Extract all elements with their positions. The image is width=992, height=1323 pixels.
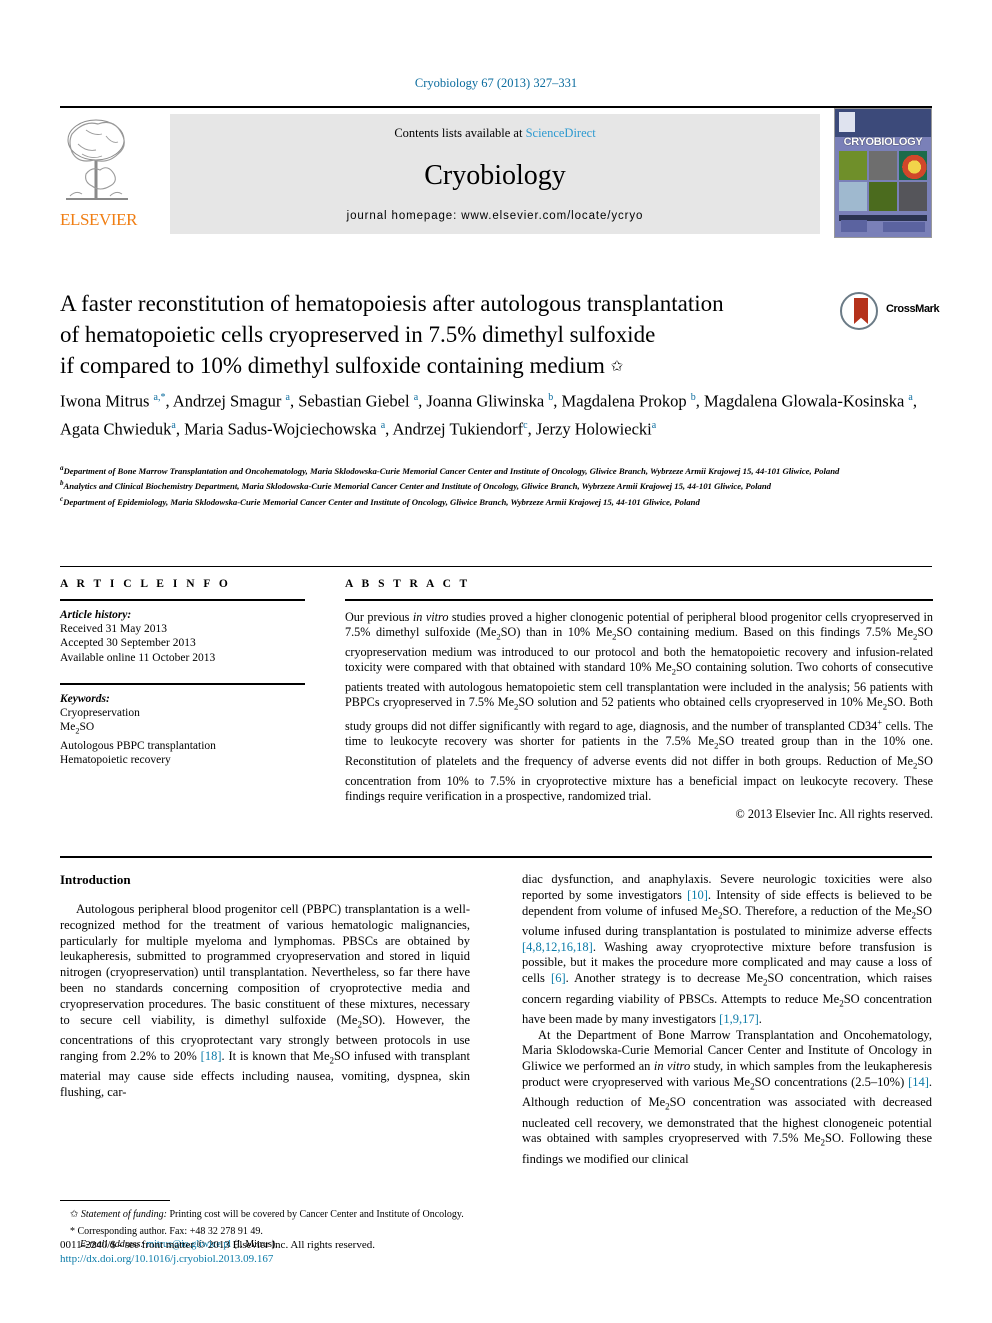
keyword-3: Autologous PBPC transplantation (60, 739, 216, 752)
abstract-column: A B S T R A C T Our previous in vitro st… (345, 578, 933, 822)
banner-grey-panel: Contents lists available at ScienceDirec… (170, 114, 820, 234)
contents-prefix: Contents lists available at (394, 126, 526, 140)
affiliation-a: aDepartment of Bone Marrow Transplantati… (60, 462, 935, 477)
footnote-funding-marker: ✩ (70, 1209, 79, 1220)
keyword-1: Cryopreservation (60, 706, 140, 719)
author-list: Iwona Mitrus a,*, Andrzej Smagur a, Seba… (60, 391, 917, 439)
crossmark-ribbon-icon (854, 298, 868, 324)
issn-line: 0011-2240/$ - see front matter © 2013 El… (60, 1239, 375, 1251)
affiliation-text-b: Analytics and Clinical Biochemistry Depa… (63, 481, 772, 492)
cover-elsevier-mark-icon (839, 112, 855, 132)
keywords-rule (60, 683, 305, 685)
journal-title: Cryobiology (424, 160, 566, 191)
title-funding-marker: ✩ (610, 359, 624, 375)
title-line-3-text: if compared to 10% dimethyl sulfoxide co… (60, 353, 605, 378)
title-line-3: if compared to 10% dimethyl sulfoxide co… (60, 350, 820, 383)
page-title: A faster reconstitution of hematopoiesis… (60, 288, 820, 383)
intro-heading: Introduction (60, 872, 131, 887)
footnote-corresponding: * Corresponding author. Fax: +48 32 278 … (60, 1225, 470, 1238)
keywords-label: Keywords: (60, 692, 110, 705)
abstract-heading: A B S T R A C T (345, 578, 471, 590)
history-accepted: Accepted 30 September 2013 (60, 637, 196, 650)
abstract-text: Our previous in vitro studies proved a h… (345, 609, 934, 803)
history-available: Available online 11 October 2013 (60, 651, 216, 664)
footnote-corresponding-marker: * (70, 1226, 75, 1237)
sciencedirect-link[interactable]: ScienceDirect (526, 126, 596, 140)
article-info-rule (60, 599, 305, 601)
body-left-column: Introduction Autologous peripheral blood… (60, 872, 470, 1101)
crossmark-label: CrossMark (886, 303, 940, 315)
elsevier-wordmark: ELSEVIER (60, 210, 138, 229)
footnote-corresponding-text: Corresponding author. Fax: +48 32 278 91… (77, 1226, 263, 1237)
affiliation-list: aDepartment of Bone Marrow Transplantati… (60, 462, 935, 508)
abstract-rule (345, 599, 933, 601)
crossmark-badge[interactable]: CrossMark (840, 292, 940, 336)
journal-homepage[interactable]: journal homepage: www.elsevier.com/locat… (170, 210, 820, 222)
title-line-1: A faster reconstitution of hematopoiesis… (60, 291, 724, 316)
info-section-top-rule (60, 566, 932, 567)
article-info-column: A R T I C L E I N F O Article history: R… (60, 578, 305, 768)
cover-image-grid (839, 151, 927, 213)
footnote-funding: ✩ Statement of funding: Printing cost wi… (60, 1208, 470, 1221)
right-paragraph-2: At the Department of Bone Marrow Transpl… (522, 1027, 933, 1166)
title-line-2: of hematopoietic cells cryopreserved in … (60, 322, 656, 347)
elsevier-tree-icon (66, 119, 128, 200)
cover-footer-right (883, 222, 925, 232)
body-top-rule (60, 856, 932, 858)
issn-block: 0011-2240/$ - see front matter © 2013 El… (60, 1238, 490, 1266)
affiliation-text-c: Department of Epidemiology, Maria Sklodo… (63, 496, 700, 507)
keyword-4: Hematopoietic recovery (60, 754, 171, 767)
affiliation-b: bAnalytics and Clinical Biochemistry Dep… (60, 477, 935, 492)
doi-link[interactable]: http://dx.doi.org/10.1016/j.cryobiol.201… (60, 1252, 490, 1266)
cover-journal-name: CRYOBIOLOGY (843, 136, 923, 148)
running-head: Cryobiology 67 (2013) 327–331 (414, 76, 578, 90)
body-right-column: diac dysfunction, and anaphylaxis. Sever… (522, 872, 932, 1168)
contents-available-line: Contents lists available at ScienceDirec… (170, 126, 820, 141)
article-history-label: Article history: (60, 608, 132, 621)
abstract-copyright: © 2013 Elsevier Inc. All rights reserved… (735, 807, 933, 822)
affiliation-c: cDepartment of Epidemiology, Maria Sklod… (60, 493, 935, 508)
journal-cover-thumbnail: CRYOBIOLOGY (834, 108, 932, 238)
right-paragraph-1: diac dysfunction, and anaphylaxis. Sever… (522, 872, 932, 1026)
intro-paragraph-1: Autologous peripheral blood progenitor c… (60, 902, 471, 1099)
footnote-separator (60, 1200, 170, 1201)
crossmark-circle-icon (840, 292, 878, 330)
cover-header-band (835, 109, 931, 137)
article-info-heading: A R T I C L E I N F O (60, 578, 231, 590)
footnote-funding-text: Statement of funding: Printing cost will… (80, 1209, 464, 1220)
elsevier-logo: ELSEVIER (60, 114, 138, 236)
keyword-2: Me2SO (60, 721, 95, 736)
journal-banner: ELSEVIER Contents lists available at Sci… (60, 106, 932, 238)
cover-footer-left (841, 220, 867, 232)
paper-page: Cryobiology 67 (2013) 327–331 ELSEVIER C… (0, 0, 992, 1323)
history-received: Received 31 May 2013 (60, 622, 167, 635)
banner-top-rule (60, 106, 932, 108)
affiliation-text-a: Department of Bone Marrow Transplantatio… (63, 465, 840, 476)
